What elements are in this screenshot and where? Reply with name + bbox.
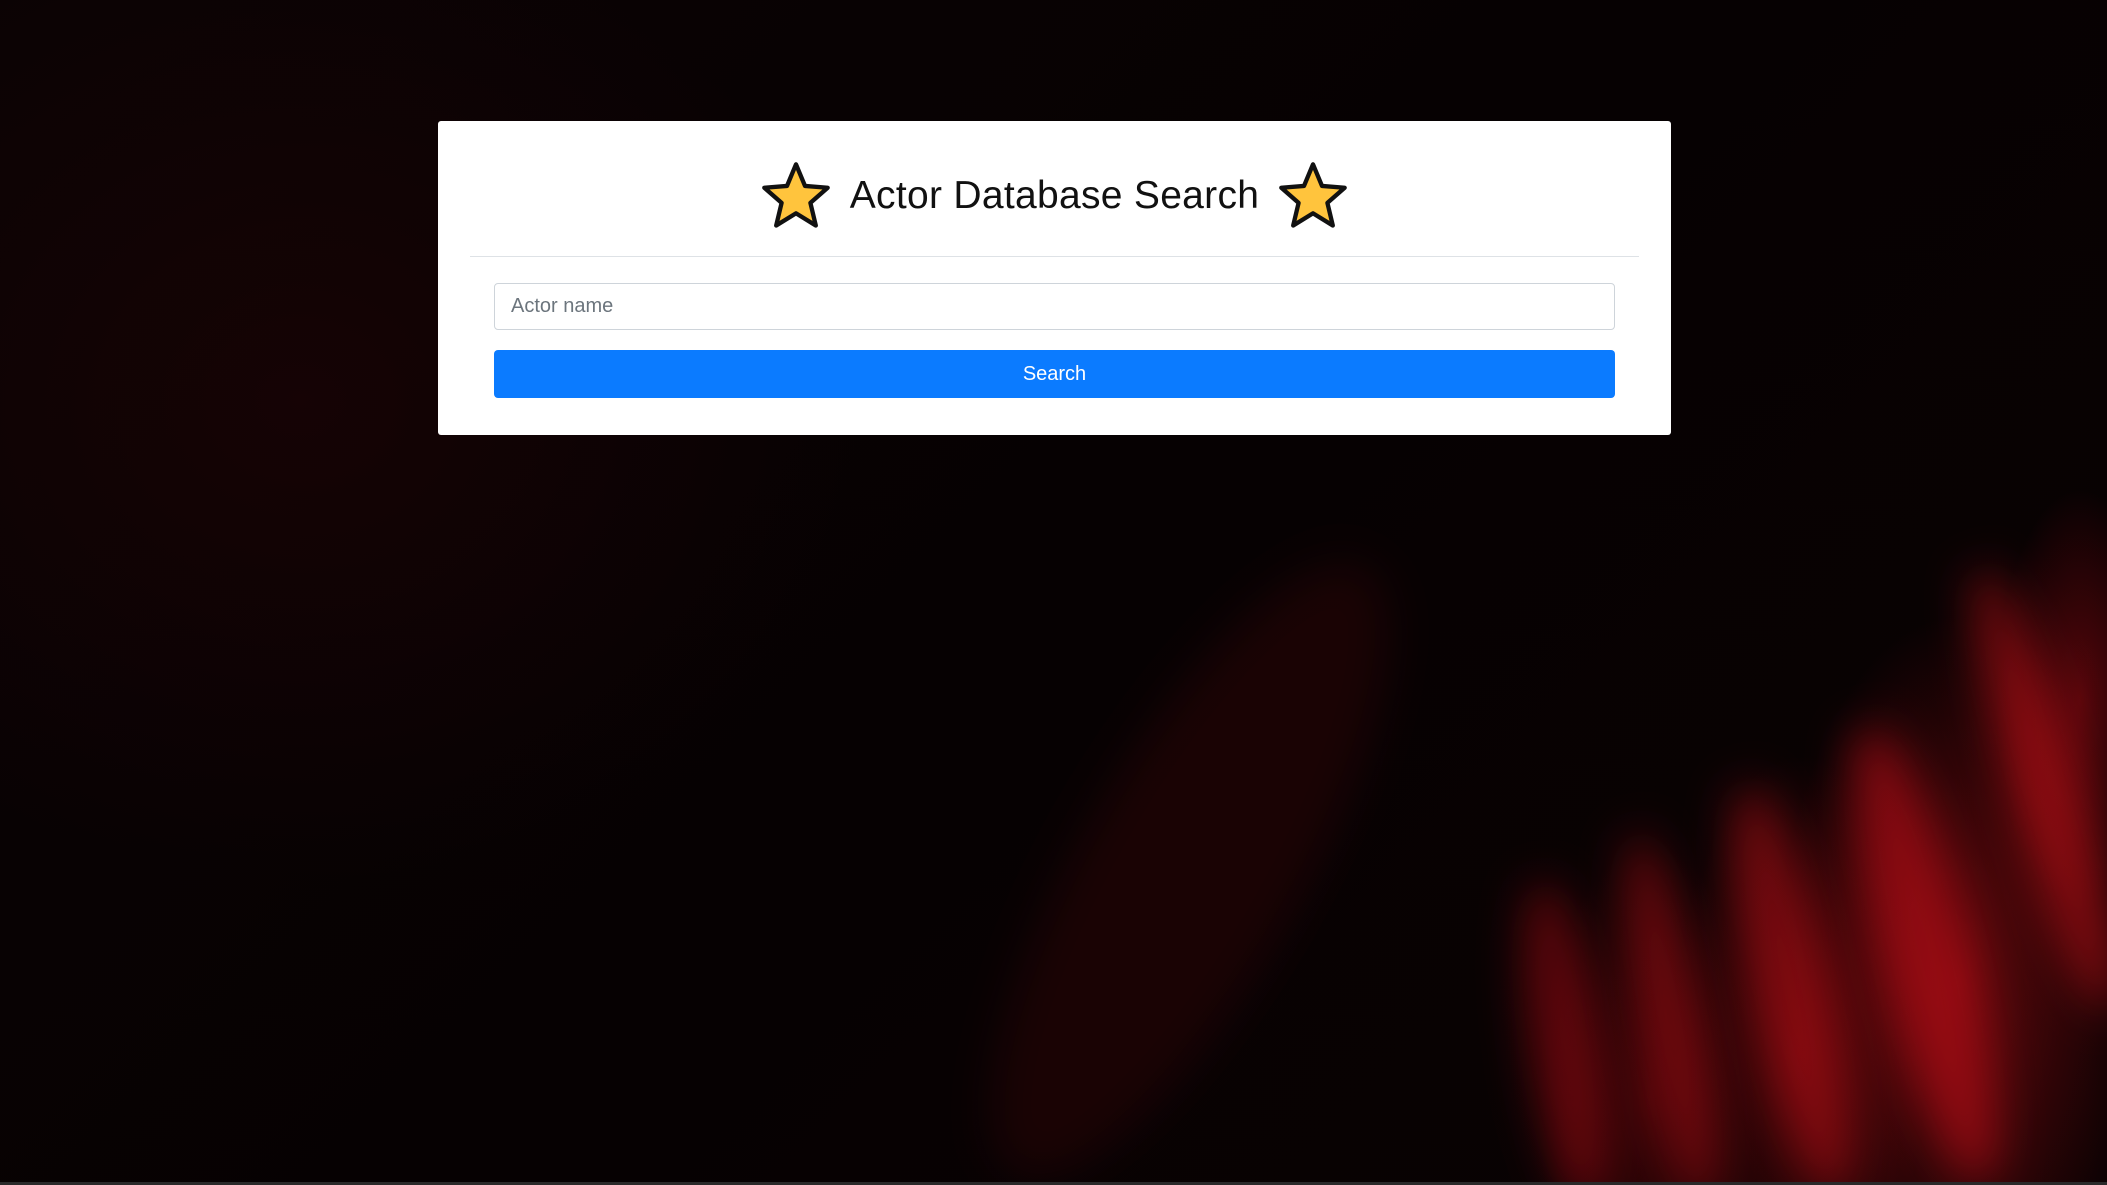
card-header: Actor Database Search — [470, 121, 1639, 257]
search-card: Actor Database Search Search — [438, 121, 1671, 435]
actor-name-input[interactable] — [494, 283, 1615, 330]
star-icon — [760, 160, 832, 232]
background-streak — [1507, 876, 1623, 1185]
page-title: Actor Database Search — [849, 173, 1260, 217]
background-streak — [1707, 776, 1873, 1185]
background-streak — [1824, 716, 2026, 1185]
background-streak — [1607, 827, 1733, 1185]
background-glow — [919, 511, 1461, 1185]
star-icon — [1277, 160, 1349, 232]
background-streak — [1947, 559, 2107, 1021]
search-button[interactable]: Search — [494, 350, 1615, 398]
